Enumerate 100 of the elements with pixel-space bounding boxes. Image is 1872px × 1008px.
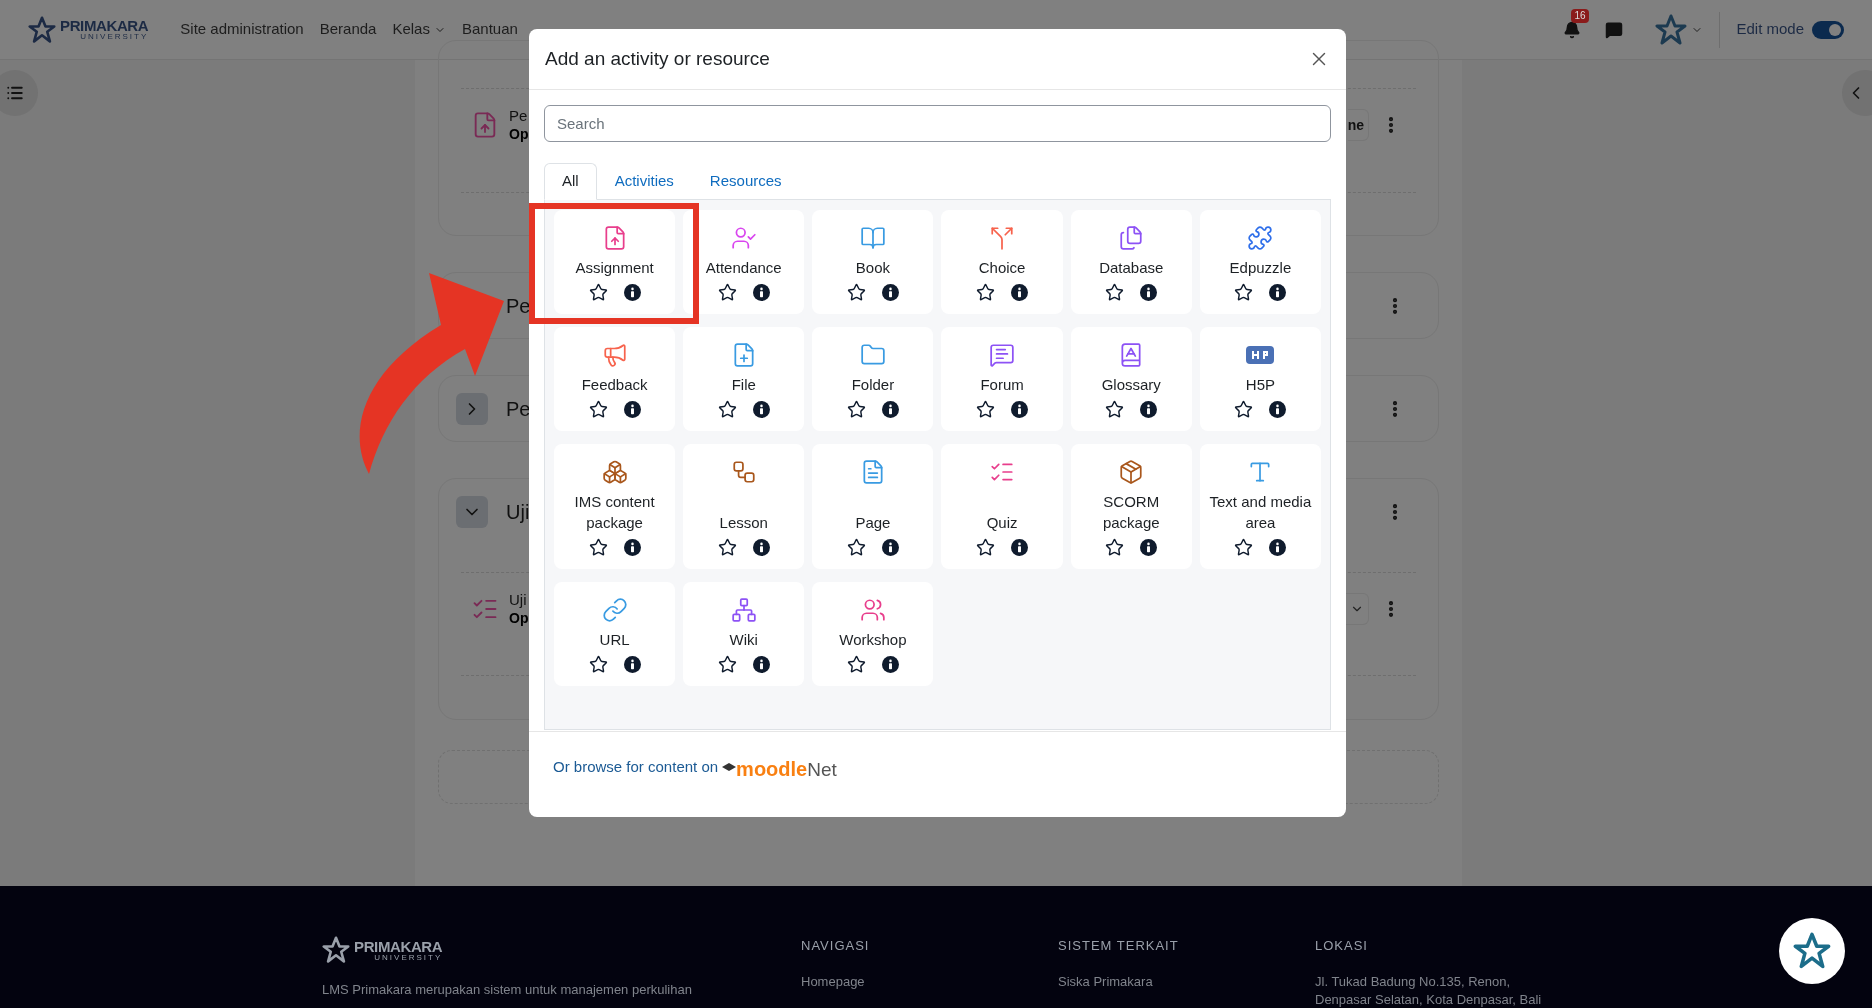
info-icon[interactable] (1140, 401, 1158, 418)
nav-link[interactable]: Kelas (392, 18, 446, 41)
collapse-toggle[interactable] (456, 495, 488, 528)
info-icon[interactable] (1011, 539, 1029, 556)
activity-card[interactable]: Lesson (683, 444, 805, 569)
moodlenet-link[interactable]: Or browse for content on moodleNet (553, 756, 837, 779)
section-title[interactable]: Pe (506, 393, 531, 424)
tab[interactable]: Resources (691, 163, 800, 200)
info-icon[interactable] (752, 284, 770, 301)
activity-name: Feedback (581, 375, 648, 395)
activity-card[interactable]: Folder (812, 327, 934, 431)
activity-card[interactable]: IMS content package (554, 444, 676, 569)
info-icon[interactable] (881, 401, 899, 418)
activity-name: URL (599, 630, 630, 650)
activity-card[interactable]: Database (1070, 210, 1192, 314)
logo-name: PRIMAKARA (60, 18, 149, 33)
activity-name: Attendance (705, 258, 782, 278)
edit-mode-switch[interactable] (1812, 20, 1844, 39)
activity-card[interactable]: Glossary (1070, 327, 1192, 431)
star-icon[interactable] (717, 283, 737, 302)
tab[interactable]: Activities (596, 163, 692, 200)
activity-card[interactable]: Page (812, 444, 934, 569)
activity-name: Folder (851, 375, 895, 395)
star-icon[interactable] (588, 538, 608, 557)
star-icon[interactable] (846, 400, 866, 419)
activity-card[interactable]: Wiki (683, 582, 805, 686)
activity-card[interactable]: H5P (1199, 327, 1321, 431)
section-title[interactable]: Pe (506, 290, 531, 321)
info-icon[interactable] (881, 284, 899, 301)
activity-card[interactable]: Text and media area (1199, 444, 1321, 569)
star-icon[interactable] (588, 283, 608, 302)
tab[interactable]: All (544, 163, 597, 200)
info-icon[interactable] (752, 656, 770, 673)
star-icon[interactable] (1105, 538, 1125, 557)
search-field[interactable]: Search (544, 105, 1331, 142)
activity-card[interactable]: Choice (941, 210, 1063, 314)
info-icon[interactable] (752, 539, 770, 556)
nav-link[interactable]: Site administration (180, 18, 304, 41)
footer-text: Homepage (801, 973, 866, 990)
star-icon[interactable] (717, 655, 737, 674)
info-icon[interactable] (1140, 539, 1158, 556)
activity-card[interactable]: Feedback (554, 327, 676, 431)
star-icon[interactable] (588, 655, 608, 674)
user-menu[interactable] (1655, 13, 1704, 46)
star-icon[interactable] (846, 655, 866, 674)
star-icon[interactable] (588, 400, 608, 419)
info-icon[interactable] (1011, 401, 1029, 418)
star-icon[interactable] (1234, 538, 1254, 557)
star-icon[interactable] (976, 283, 996, 302)
activity-card[interactable]: Edpuzzle (1199, 210, 1321, 314)
activity-card[interactable]: File (683, 327, 805, 431)
info-icon[interactable] (881, 539, 899, 556)
activity-name: Assignment (575, 258, 654, 278)
star-icon[interactable] (1234, 283, 1254, 302)
about-text: LMS Primakara merupakan sistem untuk manajemen perkulihan (322, 981, 693, 999)
star-icon[interactable] (1105, 283, 1125, 302)
activity-name: Choice (978, 258, 1026, 278)
star-icon[interactable] (846, 283, 866, 302)
info-icon[interactable] (1269, 284, 1287, 301)
activity-card[interactable]: Quiz (941, 444, 1063, 569)
activity-title[interactable]: Uji (509, 590, 529, 610)
info-icon[interactable] (623, 401, 641, 418)
activity-card[interactable]: SCORM package (1070, 444, 1192, 569)
activity-card[interactable]: URL (554, 582, 676, 686)
info-icon[interactable] (881, 656, 899, 673)
dialog-title: Add an activity or resource (545, 46, 771, 71)
info-icon[interactable] (752, 401, 770, 418)
nav-link[interactable]: Beranda (319, 18, 377, 41)
info-icon[interactable] (1011, 284, 1029, 301)
star-icon[interactable] (976, 400, 996, 419)
star-icon[interactable] (1105, 400, 1125, 419)
star-icon[interactable] (846, 538, 866, 557)
info-icon[interactable] (623, 284, 641, 301)
star-icon[interactable] (717, 538, 737, 557)
info-icon[interactable] (1269, 539, 1287, 556)
activity-button[interactable]: ne (1347, 109, 1369, 141)
star-icon[interactable] (1234, 400, 1254, 419)
nav-link[interactable]: Bantuan (461, 18, 518, 41)
info-icon[interactable] (1269, 401, 1287, 418)
bell-icon[interactable] (1563, 20, 1582, 39)
info-icon[interactable] (623, 539, 641, 556)
collapse-toggle[interactable] (456, 392, 488, 425)
activity-card[interactable]: Attendance (683, 210, 805, 314)
info-icon[interactable] (1140, 284, 1158, 301)
activity-title[interactable]: Pe (509, 106, 529, 126)
drawer-button[interactable] (0, 70, 38, 116)
activity-status: Op (509, 125, 529, 144)
chat-icon[interactable] (1605, 20, 1624, 39)
info-icon[interactable] (623, 656, 641, 673)
footer-heading: NAVIGASI (801, 937, 871, 955)
star-icon[interactable] (976, 538, 996, 557)
star-logo-icon (1793, 932, 1831, 970)
activity-card[interactable]: Assignment (554, 210, 676, 314)
activity-card[interactable]: Book (812, 210, 934, 314)
star-icon[interactable] (717, 400, 737, 419)
activity-name: Edpuzzle (1229, 258, 1292, 278)
activity-card[interactable]: Forum (941, 327, 1063, 431)
activity-card[interactable]: Workshop (812, 582, 934, 686)
logo-subtitle: UNIVERSITY (374, 953, 443, 962)
section-title[interactable]: Uji (506, 496, 530, 527)
